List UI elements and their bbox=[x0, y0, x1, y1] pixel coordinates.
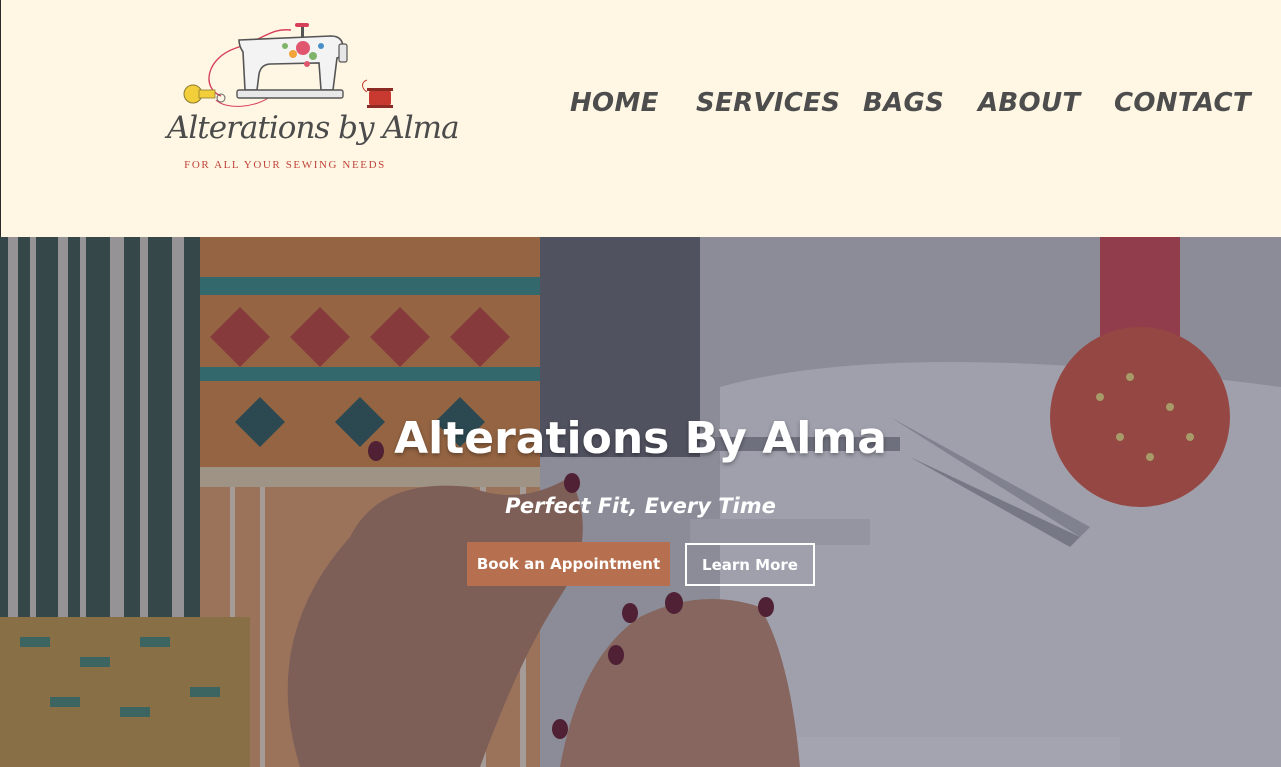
hero-section: Alterations By Alma Perfect Fit, Every T… bbox=[0, 237, 1281, 767]
nav-services[interactable]: SERVICES bbox=[696, 88, 840, 118]
logo-tagline: FOR ALL YOUR SEWING NEEDS bbox=[184, 159, 386, 171]
hero-subtitle: Perfect Fit, Every Time bbox=[505, 494, 776, 518]
sewing-machine-icon bbox=[183, 23, 393, 108]
site-logo[interactable]: Alterations by Alma FOR ALL YOUR SEWING … bbox=[161, 18, 460, 178]
learn-more-button[interactable]: Learn More bbox=[685, 543, 815, 586]
site-header: Alterations by Alma FOR ALL YOUR SEWING … bbox=[0, 0, 1281, 237]
logo-wordmark: Alterations by Alma bbox=[167, 110, 460, 146]
hero-title: Alterations By Alma bbox=[394, 413, 887, 464]
nav-bags[interactable]: BAGS bbox=[863, 88, 944, 118]
nav-about[interactable]: ABOUT bbox=[978, 88, 1080, 118]
nav-home[interactable]: HOME bbox=[570, 88, 659, 118]
book-appointment-button[interactable]: Book an Appointment bbox=[467, 542, 670, 586]
nav-contact[interactable]: CONTACT bbox=[1114, 88, 1251, 118]
